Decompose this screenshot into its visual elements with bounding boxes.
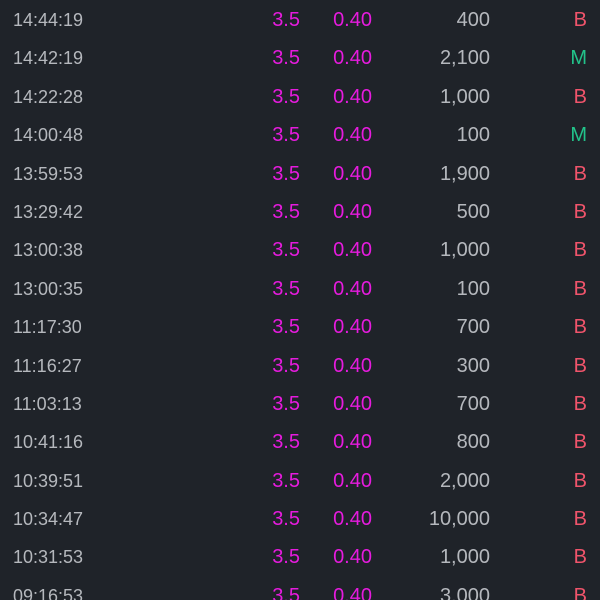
trade-volume: 400 (456, 9, 490, 31)
trade-time: 13:00:35 (13, 278, 84, 299)
trade-change: 0.40 (333, 239, 372, 262)
trade-time: 14:00:48 (13, 125, 84, 146)
trade-price: 3.5 (272, 277, 300, 300)
trade-side: B (573, 9, 587, 31)
trade-side: B (573, 354, 587, 377)
trade-list[interactable]: 14:44:19 3.5 0.40 400 B 14:42:19 3.5 0.4… (0, 0, 600, 600)
trade-price: 3.5 (272, 546, 300, 569)
trade-change: 0.40 (333, 392, 372, 415)
trade-side: M (570, 47, 587, 70)
trade-row: 11:03:13 3.5 0.40 700 B (0, 385, 600, 423)
trade-volume: 300 (456, 354, 490, 377)
trade-change: 0.40 (333, 85, 372, 108)
trade-volume: 700 (456, 392, 490, 415)
trade-change: 0.40 (333, 354, 372, 377)
trade-side: B (573, 162, 587, 185)
trade-row: 13:00:38 3.5 0.40 1,000 B (0, 231, 600, 269)
trade-row: 13:00:35 3.5 0.40 100 B (0, 270, 600, 308)
trade-volume: 500 (456, 200, 490, 223)
trade-time: 10:34:47 (13, 509, 84, 530)
trade-price: 3.5 (272, 200, 300, 223)
trade-time: 10:39:51 (13, 470, 84, 491)
trade-time: 11:03:13 (13, 393, 82, 414)
trade-change: 0.40 (333, 431, 372, 454)
trade-side: B (573, 584, 587, 600)
trade-change: 0.40 (333, 508, 372, 531)
trade-change: 0.40 (333, 469, 372, 492)
trade-price: 3.5 (272, 162, 300, 185)
trade-side: B (573, 277, 587, 300)
trade-side: M (570, 124, 587, 147)
trade-volume: 1,000 (439, 239, 490, 262)
trade-row: 11:16:27 3.5 0.40 300 B (0, 347, 600, 385)
trade-price: 3.5 (272, 469, 300, 492)
trade-side: B (573, 200, 587, 223)
trade-time: 14:22:28 (13, 86, 84, 107)
trade-change: 0.40 (333, 9, 372, 31)
trade-row: 10:31:53 3.5 0.40 1,000 B (0, 538, 600, 576)
trade-time: 13:00:38 (13, 240, 84, 261)
trade-volume: 100 (456, 124, 490, 147)
trade-price: 3.5 (272, 47, 300, 70)
trade-change: 0.40 (333, 584, 372, 600)
trade-time: 13:59:53 (13, 163, 84, 184)
trade-change: 0.40 (333, 124, 372, 147)
trade-change: 0.40 (333, 200, 372, 223)
trade-time: 11:17:30 (13, 317, 82, 338)
trade-time: 14:44:19 (13, 10, 84, 30)
trade-price: 3.5 (272, 9, 300, 31)
trade-row: 14:22:28 3.5 0.40 1,000 B (0, 78, 600, 116)
trade-price: 3.5 (272, 85, 300, 108)
trade-volume: 1,900 (439, 162, 490, 185)
trade-time: 11:16:27 (13, 355, 82, 376)
trade-time: 14:42:19 (13, 48, 84, 69)
trade-side: B (573, 546, 587, 569)
trade-change: 0.40 (333, 316, 372, 339)
trade-side: B (573, 85, 587, 108)
trade-row: 10:41:16 3.5 0.40 800 B (0, 423, 600, 461)
trade-time: 10:41:16 (13, 432, 84, 453)
trade-volume: 3,000 (439, 584, 490, 600)
trade-side: B (573, 392, 587, 415)
trade-volume: 2,100 (439, 47, 490, 70)
trade-change: 0.40 (333, 546, 372, 569)
trade-volume: 1,000 (439, 85, 490, 108)
trade-volume: 100 (456, 277, 490, 300)
trade-volume: 1,000 (439, 546, 490, 569)
trade-price: 3.5 (272, 431, 300, 454)
trade-row: 10:34:47 3.5 0.40 10,000 B (0, 500, 600, 538)
trade-row: 13:29:42 3.5 0.40 500 B (0, 193, 600, 231)
trade-price: 3.5 (272, 354, 300, 377)
trade-row: 11:17:30 3.5 0.40 700 B (0, 308, 600, 346)
trade-time: 10:31:53 (13, 547, 84, 568)
trade-change: 0.40 (333, 162, 372, 185)
trade-volume: 800 (456, 431, 490, 454)
trade-price: 3.5 (272, 508, 300, 531)
trade-volume: 700 (456, 316, 490, 339)
trade-volume: 2,000 (439, 469, 490, 492)
trade-side: B (573, 469, 587, 492)
trade-price: 3.5 (272, 584, 300, 600)
trade-row: 14:44:19 3.5 0.40 400 B (0, 1, 600, 39)
trade-row: 14:42:19 3.5 0.40 2,100 M (0, 39, 600, 77)
trade-price: 3.5 (272, 124, 300, 147)
trade-time: 13:29:42 (13, 201, 84, 222)
trade-time: 09:16:53 (13, 585, 84, 600)
trade-side: B (573, 239, 587, 262)
trade-side: B (573, 508, 587, 531)
trade-side: B (573, 431, 587, 454)
trade-row: 14:00:48 3.5 0.40 100 M (0, 116, 600, 154)
trade-side: B (573, 316, 587, 339)
trade-row: 13:59:53 3.5 0.40 1,900 B (0, 155, 600, 193)
trade-change: 0.40 (333, 277, 372, 300)
trade-row: 09:16:53 3.5 0.40 3,000 B (0, 577, 600, 600)
trade-price: 3.5 (272, 316, 300, 339)
trade-price: 3.5 (272, 239, 300, 262)
trade-row: 10:39:51 3.5 0.40 2,000 B (0, 462, 600, 500)
trade-volume: 10,000 (428, 508, 490, 531)
trade-price: 3.5 (272, 392, 300, 415)
trade-change: 0.40 (333, 47, 372, 70)
